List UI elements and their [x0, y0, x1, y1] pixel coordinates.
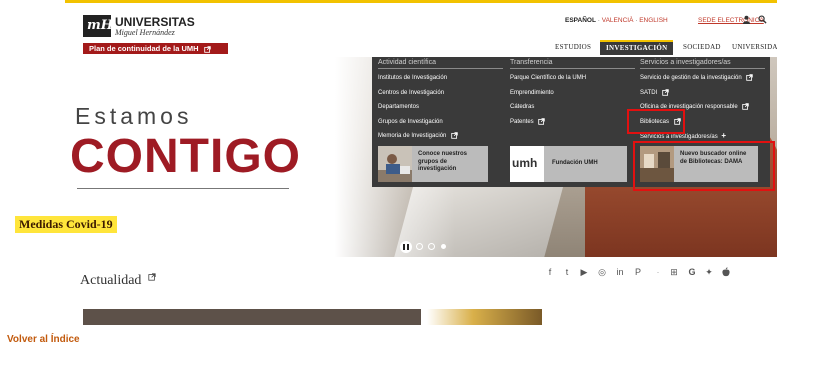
logo-mark: mH [83, 15, 114, 37]
menu-item-memoria[interactable]: Memoria de Investigación [378, 129, 503, 144]
nav-sociedad[interactable]: SOCIEDAD [683, 40, 721, 55]
promo-grupos-text: Conoce nuestros grupos de investigación [418, 151, 468, 172]
menu-col-heading: Servicios a investigadores/as [640, 59, 765, 69]
menu-col-heading: Actividad científica [378, 59, 503, 69]
facebook-icon[interactable]: f [545, 267, 555, 277]
plus-icon: + [721, 131, 727, 141]
researchers-photo-icon [378, 146, 412, 182]
carousel-dot-active[interactable] [441, 244, 446, 249]
external-link-icon [662, 88, 669, 96]
menu-item-departamentos[interactable]: Departamentos [378, 100, 503, 115]
news-thumbnail[interactable] [427, 309, 542, 325]
menu-item-servicios-label: Servicios a investigadores/as [640, 134, 718, 141]
external-link-icon [451, 132, 458, 140]
nav-investigacion[interactable]: INVESTIGACIÓN [600, 40, 674, 55]
menu-item-centros[interactable]: Centros de Investigación [378, 86, 503, 101]
highlight-dama-promo [633, 141, 775, 191]
news-thumbnail[interactable] [83, 309, 421, 325]
carousel-dot[interactable] [428, 243, 435, 250]
sede-electronica-link[interactable]: SEDE ELECTRÓNICA [698, 17, 764, 24]
menu-item-gestion[interactable]: Servicio de gestión de la investigación [640, 71, 765, 86]
menu-item-patentes-label: Patentes [510, 118, 534, 125]
external-link-icon [203, 45, 211, 53]
promo-fundacion-text: Fundación UMH [552, 160, 598, 166]
logo-subtitle: Miguel Hernández [115, 28, 175, 37]
language-selector: ESPAÑOL · VALENCIÀ · ENGLISH [565, 17, 668, 24]
highlight-bibliotecas [627, 109, 685, 134]
umh-logo-text: umh [512, 156, 538, 170]
screenshot: mH UNIVERSITAS Miguel Hernández Plan de … [0, 0, 822, 370]
menu-item-memoria-label: Memoria de Investigación [378, 133, 447, 140]
plan-continuidad-label: Plan de continuidad de la UMH [89, 44, 199, 53]
user-icon[interactable] [742, 15, 751, 24]
menu-col-actividad: Actividad científica Institutos de Inves… [378, 59, 503, 144]
menu-item-satdi[interactable]: SATDI [640, 86, 765, 101]
lang-espanol[interactable]: ESPAÑOL [565, 17, 596, 24]
menu-item-catedras[interactable]: Cátedras [510, 100, 635, 115]
covid-measures-link[interactable]: Medidas Covid-19 [15, 216, 117, 233]
menu-col-transferencia: Transferencia Parque Científico de la UM… [510, 59, 635, 129]
external-link-icon [538, 117, 546, 125]
promo-grupos-investigacion[interactable]: Conoce nuestros grupos de investigación [378, 146, 488, 182]
search-icon[interactable] [758, 15, 767, 24]
actualidad-label: Actualidad [80, 273, 142, 288]
pinterest-icon[interactable]: P [633, 267, 643, 277]
top-accent-line [65, 0, 777, 3]
menu-item-emprendimiento[interactable]: Emprendimiento [510, 86, 635, 101]
hero-title-estamos: Estamos [75, 103, 193, 129]
lang-english[interactable]: ENGLISH [639, 17, 668, 24]
android-icon[interactable]: ✦ [704, 267, 714, 277]
menu-col-heading: Transferencia [510, 59, 635, 69]
umh-logo-icon: umh [510, 146, 544, 182]
external-link-icon [148, 273, 156, 281]
twitter-icon[interactable]: t [562, 267, 572, 277]
nav-universidad[interactable]: UNIVERSIDAD [732, 40, 777, 55]
lang-valencia[interactable]: VALENCIÀ [602, 17, 634, 24]
pause-bar-right [407, 244, 409, 250]
pause-bar-left [403, 244, 405, 250]
menu-item-grupos[interactable]: Grupos de Investigación [378, 115, 503, 130]
umh-website: mH UNIVERSITAS Miguel Hernández Plan de … [65, 0, 777, 325]
pause-button[interactable] [400, 241, 412, 253]
youtube-icon[interactable]: ▶ [579, 267, 589, 277]
plan-continuidad-button[interactable]: Plan de continuidad de la UMH [83, 43, 228, 54]
menu-item-gestion-label: Servicio de gestión de la investigación [640, 75, 742, 81]
apple-icon[interactable] [721, 267, 731, 277]
umh-logo[interactable]: mH UNIVERSITAS Miguel Hernández [83, 15, 233, 43]
menu-item-institutos[interactable]: Institutos de Investigación [378, 71, 503, 86]
hero-title-contigo: CONTIGO [70, 130, 301, 183]
separator-dot: · [656, 267, 660, 277]
external-link-icon [742, 103, 750, 110]
instagram-icon[interactable]: ◎ [597, 267, 607, 277]
logo-mark-text: mH [87, 18, 114, 33]
actualidad-heading[interactable]: Actualidad [80, 273, 156, 289]
external-link-icon [746, 74, 754, 81]
google-icon[interactable]: G [687, 267, 697, 277]
hero-divider [77, 188, 289, 189]
menu-item-patentes[interactable]: Patentes [510, 115, 635, 130]
menu-item-satdi-label: SATDI [640, 89, 658, 96]
promo-fundacion-umh[interactable]: umh Fundación UMH [510, 146, 627, 182]
menu-item-parque[interactable]: Parque Científico de la UMH [510, 71, 635, 86]
windows-icon[interactable]: ⊞ [669, 267, 679, 277]
volver-indice-link[interactable]: Volver al Índice [7, 334, 80, 345]
linkedin-icon[interactable]: in [615, 267, 625, 277]
logo-title: UNIVERSITAS [115, 15, 195, 29]
nav-estudios[interactable]: ESTUDIOS [555, 40, 591, 55]
carousel-dot[interactable] [416, 243, 423, 250]
